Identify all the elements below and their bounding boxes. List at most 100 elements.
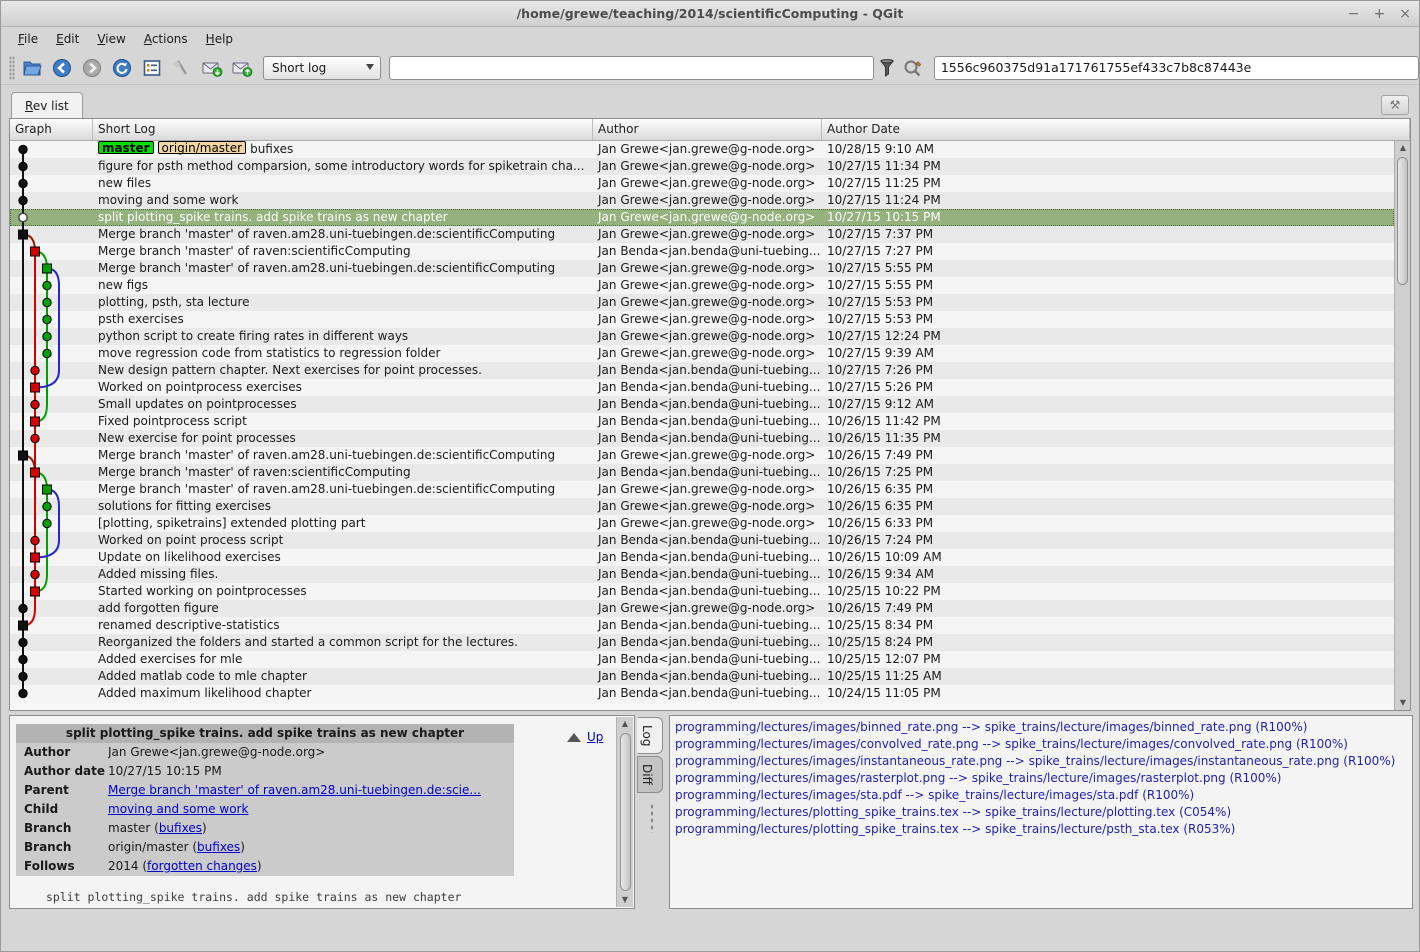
menu-file[interactable]: File (9, 29, 47, 49)
scroll-down-icon[interactable]: ▼ (617, 893, 633, 907)
rev-row[interactable]: New design pattern chapter. Next exercis… (10, 362, 1394, 379)
column-header-short-log[interactable]: Short Log (93, 119, 593, 140)
save-patch-icon[interactable] (199, 55, 225, 81)
rev-row[interactable]: solutions for fitting exercisesJan Grewe… (10, 498, 1394, 515)
rev-row[interactable]: Added maximum likelihood chapterJan Bend… (10, 685, 1394, 702)
field-link[interactable]: moving and some work (108, 802, 248, 816)
scroll-down-icon[interactable]: ▼ (1395, 696, 1411, 710)
author-date-cell: 10/27/15 12:24 PM (822, 328, 1394, 345)
tab-diff[interactable]: Diff (637, 756, 663, 793)
tab-log[interactable]: Log (637, 717, 663, 754)
rev-row[interactable]: Started working on pointprocessesJan Ben… (10, 583, 1394, 600)
rev-row[interactable]: New exercise for point processesJan Bend… (10, 430, 1394, 447)
menu-help[interactable]: Help (197, 29, 242, 49)
wand-icon[interactable] (169, 55, 195, 81)
rev-row[interactable]: [plotting, spiketrains] extended plottin… (10, 515, 1394, 532)
rev-row[interactable]: Added exercises for mleJan Benda<jan.ben… (10, 651, 1394, 668)
column-header-author[interactable]: Author (593, 119, 822, 140)
open-folder-icon[interactable] (19, 55, 45, 81)
scroll-up-icon[interactable]: ▲ (617, 717, 633, 731)
changed-file-entry[interactable]: programming/lectures/plotting_spike_trai… (675, 821, 1412, 838)
up-link[interactable]: Up (567, 730, 603, 744)
graph-cell (10, 345, 93, 362)
rev-row[interactable]: new figsJan Grewe<jan.grewe@g-node.org>1… (10, 277, 1394, 294)
rev-row[interactable]: Worked on pointprocess exercisesJan Bend… (10, 379, 1394, 396)
refresh-icon[interactable] (109, 55, 135, 81)
detail-scrollbar[interactable]: ▲ ▼ (616, 717, 633, 907)
forward-icon[interactable] (79, 55, 105, 81)
changed-file-entry[interactable]: programming/lectures/images/convolved_ra… (675, 736, 1412, 753)
apply-patch-icon[interactable] (229, 55, 255, 81)
changed-file-entry[interactable]: programming/lectures/images/binned_rate.… (675, 719, 1412, 736)
changed-files-panel: programming/lectures/images/binned_rate.… (669, 715, 1413, 909)
column-header-graph[interactable]: Graph (10, 119, 93, 140)
rev-row[interactable]: Fixed pointprocess scriptJan Benda<jan.b… (10, 413, 1394, 430)
tab-rev-list[interactable]: Rev list (11, 92, 83, 119)
author-date-cell: 10/26/15 6:33 PM (822, 515, 1394, 532)
column-header-author-date[interactable]: Author Date (822, 119, 1410, 140)
author-date-cell: 10/28/15 9:10 AM (822, 141, 1394, 158)
scrollbar-thumb[interactable] (620, 733, 631, 891)
title-bar[interactable]: /home/grewe/teaching/2014/scientificComp… (1, 1, 1419, 27)
vertical-splitter-handle[interactable] (650, 803, 654, 833)
minimize-button[interactable]: − (1348, 6, 1360, 22)
rev-row[interactable]: new filesJan Grewe<jan.grewe@g-node.org>… (10, 175, 1394, 192)
menu-actions[interactable]: Actions (135, 29, 197, 49)
field-link[interactable]: bufixes (197, 840, 240, 854)
menu-edit[interactable]: Edit (47, 29, 88, 49)
rev-row[interactable]: move regression code from statistics to … (10, 345, 1394, 362)
rev-row[interactable]: renamed descriptive-statisticsJan Benda<… (10, 617, 1394, 634)
search-highlight-icon[interactable] (900, 55, 926, 81)
log-mode-combobox[interactable]: Short log (263, 56, 381, 80)
up-link-label[interactable]: Up (587, 730, 603, 744)
author-date-cell: 10/27/15 7:27 PM (822, 243, 1394, 260)
changed-file-entry[interactable]: programming/lectures/images/rasterplot.p… (675, 770, 1412, 787)
short-log-cell: New exercise for point processes (93, 430, 593, 447)
rev-row[interactable]: python script to create firing rates in … (10, 328, 1394, 345)
close-button[interactable]: × (1399, 6, 1411, 22)
rev-row[interactable]: moving and some workJan Grewe<jan.grewe@… (10, 192, 1394, 209)
graph-cell (10, 243, 93, 260)
menu-view[interactable]: View (88, 29, 134, 49)
view-list-icon[interactable] (139, 55, 165, 81)
qgit-window: /home/grewe/teaching/2014/scientificComp… (0, 0, 1420, 952)
author-date-cell: 10/25/15 8:24 PM (822, 634, 1394, 651)
tools-icon[interactable]: ⚒ (1381, 95, 1409, 115)
scrollbar-thumb[interactable] (1397, 157, 1408, 285)
rev-row[interactable]: Merge branch 'master' of raven:scientifi… (10, 464, 1394, 481)
scroll-up-icon[interactable]: ▲ (1395, 141, 1411, 155)
rev-row[interactable]: masterorigin/masterbufixesJan Grewe<jan.… (10, 141, 1394, 158)
rev-row[interactable]: Small updates on pointprocessesJan Benda… (10, 396, 1394, 413)
author-date-cell: 10/27/15 5:53 PM (822, 294, 1394, 311)
changed-file-entry[interactable]: programming/lectures/images/sta.pdf --> … (675, 787, 1412, 804)
rev-row[interactable]: Update on likelihood exercisesJan Benda<… (10, 549, 1394, 566)
rev-row[interactable]: add forgotten figureJan Grewe<jan.grewe@… (10, 600, 1394, 617)
toolbar-drag-handle[interactable] (9, 56, 15, 80)
changed-file-entry[interactable]: programming/lectures/plotting_spike_trai… (675, 804, 1412, 821)
rev-row[interactable]: Worked on point process scriptJan Benda<… (10, 532, 1394, 549)
rev-row[interactable]: figure for psth method comparsion, some … (10, 158, 1394, 175)
rev-list-scrollbar[interactable]: ▲ ▼ (1394, 141, 1410, 710)
field-link[interactable]: Merge branch 'master' of raven.am28.uni-… (108, 783, 481, 797)
field-link[interactable]: forgotten changes (147, 859, 257, 873)
rev-row[interactable]: Added matlab code to mle chapterJan Bend… (10, 668, 1394, 685)
rev-row[interactable]: Merge branch 'master' of raven:scientifi… (10, 243, 1394, 260)
rev-row[interactable]: Merge branch 'master' of raven.am28.uni-… (10, 481, 1394, 498)
search-input[interactable] (389, 56, 874, 80)
rev-row[interactable]: Reorganized the folders and started a co… (10, 634, 1394, 651)
changed-file-entry[interactable]: programming/lectures/images/instantaneou… (675, 753, 1412, 770)
rev-row[interactable]: Merge branch 'master' of raven.am28.uni-… (10, 226, 1394, 243)
field-link[interactable]: bufixes (159, 821, 202, 835)
rev-row[interactable]: plotting, psth, sta lectureJan Grewe<jan… (10, 294, 1394, 311)
rev-row[interactable]: Merge branch 'master' of raven.am28.uni-… (10, 447, 1394, 464)
short-log-cell: Merge branch 'master' of raven.am28.uni-… (93, 260, 593, 277)
back-icon[interactable] (49, 55, 75, 81)
maximize-button[interactable]: + (1374, 6, 1386, 22)
graph-cell (10, 413, 93, 430)
rev-row[interactable]: Merge branch 'master' of raven.am28.uni-… (10, 260, 1394, 277)
rev-row[interactable]: Added missing files.Jan Benda<jan.benda@… (10, 566, 1394, 583)
filter-icon[interactable] (874, 55, 900, 81)
sha-input[interactable] (934, 56, 1419, 80)
rev-row-selected[interactable]: split plotting_spike trains. add spike t… (10, 209, 1394, 226)
rev-row[interactable]: psth exercisesJan Grewe<jan.grewe@g-node… (10, 311, 1394, 328)
